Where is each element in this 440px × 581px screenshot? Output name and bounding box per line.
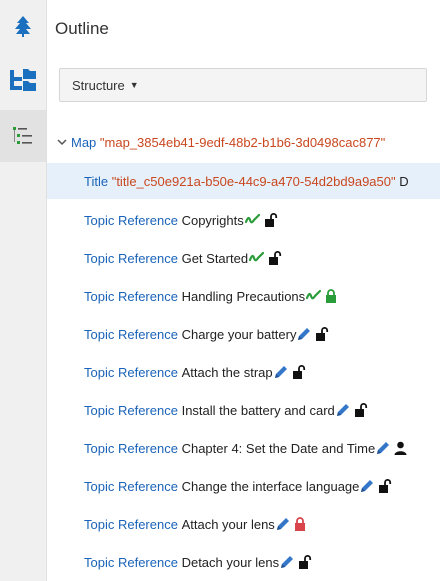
outline-panel: Outline Structure ▼ Map "map_3854eb41-9e… xyxy=(47,0,440,581)
node-keyword: Topic Reference xyxy=(84,516,178,532)
pencil-icon xyxy=(281,556,294,568)
topic-title: Change the interface language xyxy=(181,478,360,494)
pencil-icon xyxy=(361,480,374,492)
node-keyword: Map xyxy=(71,134,97,150)
approved-check-icon xyxy=(306,290,322,300)
chevron-down-icon[interactable] xyxy=(56,136,68,148)
tree-icon xyxy=(15,16,31,37)
structure-select-value: Structure xyxy=(72,77,125,93)
node-keyword: Topic Reference xyxy=(84,326,178,342)
tree-row-topic-reference[interactable]: Topic Reference Change the interface lan… xyxy=(47,468,440,504)
node-keyword: Topic Reference xyxy=(84,554,178,570)
folder-icon xyxy=(10,69,36,91)
node-keyword: Topic Reference xyxy=(84,478,178,494)
tree-view-button[interactable] xyxy=(0,0,46,52)
pencil-icon xyxy=(298,328,311,340)
tree-row-topic-reference[interactable]: Topic Reference Charge your battery xyxy=(47,316,440,352)
node-keyword: Topic Reference xyxy=(84,440,178,456)
caret-down-icon: ▼ xyxy=(129,80,139,90)
node-keyword: Topic Reference xyxy=(84,364,178,380)
topic-title: Detach your lens xyxy=(181,554,280,570)
tree-row-topic-reference[interactable]: Topic Reference Handling Precautions xyxy=(47,278,440,314)
node-keyword: Title xyxy=(84,173,109,189)
structure-select[interactable]: Structure ▼ xyxy=(59,68,427,102)
unlock-icon xyxy=(354,403,367,417)
tree-row-topic-reference[interactable]: Topic Reference Chapter 4: Set the Date … xyxy=(47,430,440,466)
pencil-icon xyxy=(377,442,390,454)
panel-title: Outline xyxy=(55,19,109,38)
topic-title: Charge your battery xyxy=(181,326,297,342)
topic-title: Handling Precautions xyxy=(181,288,306,304)
unlock-icon xyxy=(264,213,277,227)
tree-row-topic-reference[interactable]: Topic Reference Copyrights xyxy=(47,202,440,238)
node-keyword: Topic Reference xyxy=(84,288,178,304)
approved-check-icon xyxy=(244,214,260,224)
pencil-icon xyxy=(336,404,349,416)
tree-row-map[interactable]: Map "map_3854eb41-9edf-48b2-b1b6-3d0498c… xyxy=(47,124,440,160)
topic-title: Get Started xyxy=(181,250,249,266)
tree-row-topic-reference[interactable]: Topic Reference Get Started xyxy=(47,240,440,276)
topic-title: Copyrights xyxy=(181,212,244,228)
unlock-icon xyxy=(379,479,392,493)
topic-title: Install the battery and card xyxy=(181,402,335,418)
tree-row-topic-reference[interactable]: Topic Reference Detach your lens xyxy=(47,544,440,580)
unlock-icon xyxy=(299,555,312,569)
unlock-icon xyxy=(292,365,305,379)
topic-title: Attach your lens xyxy=(181,516,275,532)
topic-title: Chapter 4: Set the Date and Time xyxy=(181,440,376,456)
node-trailing-text: D xyxy=(399,173,409,189)
left-toolbar xyxy=(0,0,47,581)
unlock-icon xyxy=(269,251,282,265)
lock-icon xyxy=(294,517,305,531)
tree-row-title[interactable]: Title "title_c50e921a-b50e-44c9-a470-54d… xyxy=(47,163,440,199)
outline-view-button[interactable] xyxy=(0,110,46,162)
node-keyword: Topic Reference xyxy=(84,250,178,266)
unlock-icon xyxy=(316,327,329,341)
topic-title: Attach the strap xyxy=(181,364,273,380)
node-value: "map_3854eb41-9edf-48b2-b1b6-3d0498cac87… xyxy=(99,134,386,150)
user-icon xyxy=(394,441,407,455)
pencil-icon xyxy=(274,366,287,378)
repository-view-button[interactable] xyxy=(0,54,46,106)
node-keyword: Topic Reference xyxy=(84,402,178,418)
tree-row-topic-reference[interactable]: Topic Reference Attach your lens xyxy=(47,506,440,542)
outline-list-icon xyxy=(13,127,32,144)
pencil-icon xyxy=(276,518,289,530)
approved-check-icon xyxy=(249,252,265,262)
node-value: "title_c50e921a-b50e-44c9-a470-54d2bd9a9… xyxy=(111,173,396,189)
tree-row-topic-reference[interactable]: Topic Reference Attach the strap xyxy=(47,354,440,390)
lock-icon xyxy=(326,289,337,303)
node-keyword: Topic Reference xyxy=(84,212,178,228)
tree-row-topic-reference[interactable]: Topic Reference Install the battery and … xyxy=(47,392,440,428)
